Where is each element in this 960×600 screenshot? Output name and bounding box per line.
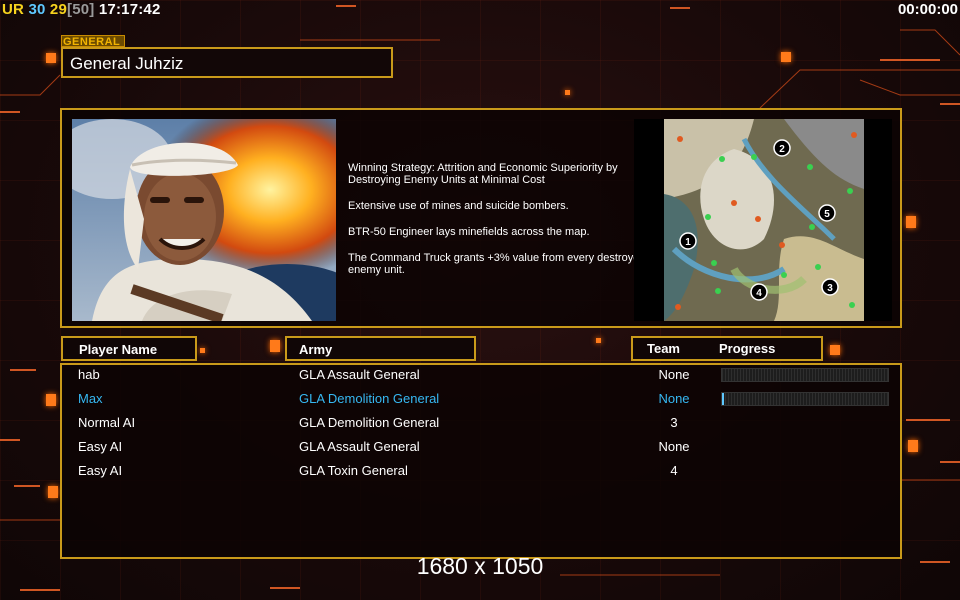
header-team-label: Team <box>647 341 680 356</box>
player-army: GLA Toxin General <box>299 463 408 478</box>
table-row[interactable]: Max GLA Demolition General None <box>62 389 900 413</box>
header-progress-label: Progress <box>719 341 776 356</box>
hud-light <box>200 348 205 353</box>
hud-light <box>46 53 56 63</box>
minimap[interactable]: 1 2 3 4 5 <box>634 119 892 321</box>
description-line: The Command Truck grants +3% value from … <box>348 252 646 276</box>
general-info-panel: Winning Strategy: Attrition and Economic… <box>60 108 902 328</box>
general-description: Winning Strategy: Attrition and Economic… <box>348 162 648 290</box>
player-team: 4 <box>670 463 678 478</box>
hud-light <box>781 52 791 62</box>
player-army: GLA Assault General <box>299 367 420 382</box>
progress-fill <box>722 393 724 405</box>
hud-light <box>906 216 916 228</box>
progress-bar <box>721 368 889 382</box>
description-line: BTR-50 Engineer lays minefields across t… <box>348 226 590 238</box>
player-name: hab <box>78 367 100 382</box>
stat-value: 29 <box>49 1 68 18</box>
resolution-label: 1680 x 1050 <box>416 553 544 579</box>
start-position-label: 5 <box>824 209 830 220</box>
table-row[interactable]: Easy AI GLA Assault General None <box>62 437 900 461</box>
hud-light <box>270 340 280 352</box>
player-name: Easy AI <box>78 439 123 454</box>
hud-light <box>908 440 918 452</box>
start-position-label: 1 <box>685 237 691 248</box>
start-position-label: 3 <box>827 283 833 294</box>
player-name: Easy AI <box>78 463 123 478</box>
header-player-name[interactable]: Player Name <box>61 336 197 361</box>
header-team-progress[interactable]: Team Progress <box>631 336 823 361</box>
progress-bar <box>721 392 889 406</box>
ur-label: UR <box>2 1 25 18</box>
stats-counter: UR 30 29[50] 17:17:42 <box>2 1 161 18</box>
table-row[interactable]: Normal AI GLA Demolition General 3 <box>62 413 900 437</box>
game-timer: 00:00:00 <box>897 1 958 18</box>
header-label: Player Name <box>79 342 158 357</box>
description-line: Winning Strategy: Attrition and Economic… <box>348 162 618 186</box>
table-row[interactable]: Easy AI GLA Toxin General 4 <box>62 461 900 485</box>
start-position-label: 2 <box>779 144 785 155</box>
general-portrait <box>72 119 336 321</box>
hud-light <box>830 345 840 355</box>
player-team: 3 <box>670 415 678 430</box>
hud-light <box>565 90 570 95</box>
player-team: None <box>658 439 690 454</box>
clock: 17:17:42 <box>98 1 161 18</box>
hud-light <box>46 394 56 406</box>
description-line: Extensive use of mines and suicide bombe… <box>348 200 569 212</box>
start-position-label: 4 <box>756 288 762 299</box>
player-list: hab GLA Assault General None Max GLA Demolit… <box>60 363 902 559</box>
stat-value: 30 <box>28 1 46 18</box>
table-row[interactable]: hab GLA Assault General None <box>62 365 900 389</box>
player-army: GLA Assault General <box>299 439 420 454</box>
player-army: GLA Demolition General <box>299 391 440 406</box>
hud-light <box>596 338 601 343</box>
hud-light <box>48 486 58 498</box>
header-label: Army <box>299 342 333 357</box>
player-team: None <box>658 367 690 382</box>
general-tag: GENERAL <box>61 35 125 48</box>
player-team: None <box>658 391 690 406</box>
general-name: General Juhziz <box>70 54 184 73</box>
player-army: GLA Demolition General <box>299 415 440 430</box>
stat-value: [50] <box>67 1 95 18</box>
player-name: Max <box>78 391 103 406</box>
general-title-box: General Juhziz <box>61 47 393 78</box>
header-army[interactable]: Army <box>285 336 476 361</box>
player-name: Normal AI <box>78 415 136 430</box>
